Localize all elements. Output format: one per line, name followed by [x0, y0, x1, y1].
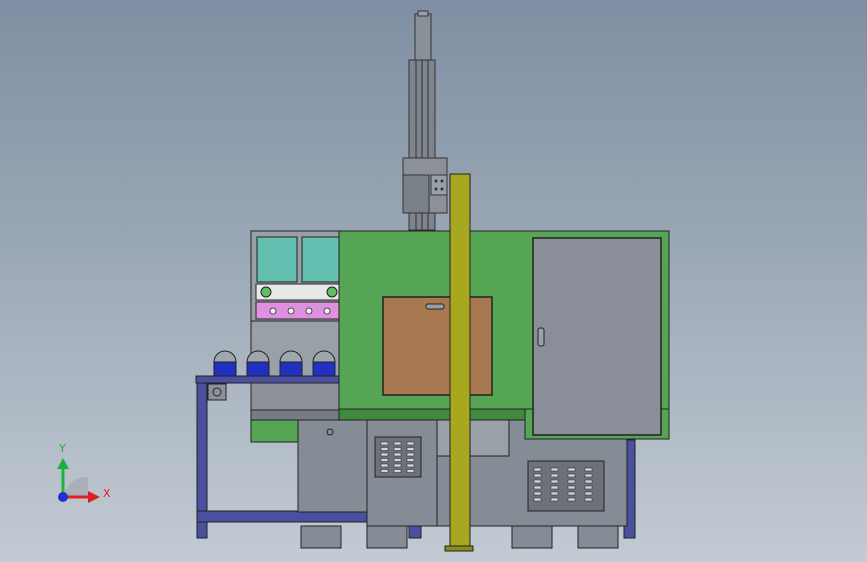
- z-axis-dot: [58, 492, 68, 502]
- green-enclosure: [338, 230, 670, 440]
- door-handle: [537, 327, 545, 347]
- observation-window: [382, 296, 493, 396]
- x-axis-arrow: [88, 491, 100, 503]
- window-handle: [425, 303, 445, 310]
- cad-viewport[interactable]: Y X: [0, 0, 867, 562]
- x-axis-label: X: [103, 487, 111, 500]
- y-axis-label: Y: [59, 442, 66, 455]
- machine-drawing: [195, 10, 670, 552]
- right-screen: [301, 236, 341, 283]
- access-door: [532, 237, 662, 436]
- spool-3: [279, 350, 303, 377]
- coordinate-triad: Y X: [50, 442, 120, 512]
- spool-2: [246, 350, 270, 377]
- spool-4: [312, 350, 336, 377]
- triad-arc: [64, 476, 88, 497]
- control-cabinet: [250, 230, 342, 443]
- left-screen: [256, 236, 298, 283]
- vertical-actuator: [402, 10, 448, 231]
- y-axis-arrow: [57, 458, 69, 469]
- spool-1: [213, 350, 237, 377]
- left-indicator-light: [260, 286, 272, 298]
- right-indicator-light: [326, 286, 338, 298]
